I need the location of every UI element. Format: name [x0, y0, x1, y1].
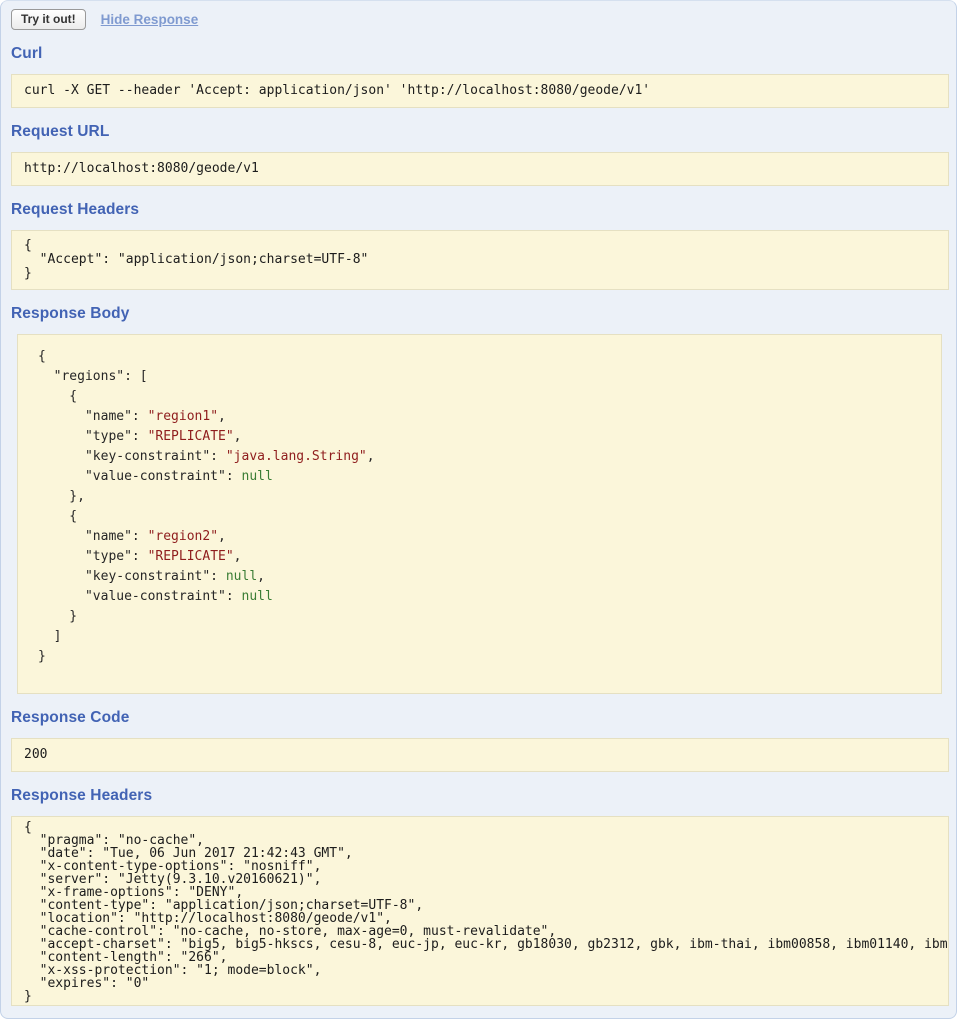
- hide-response-link[interactable]: Hide Response: [101, 12, 199, 27]
- response-code-block: 200: [11, 738, 949, 772]
- response-body-section-title: Response Body: [11, 305, 942, 323]
- try-it-out-button[interactable]: Try it out!: [11, 9, 86, 30]
- request-url-block: http://localhost:8080/geode/v1: [11, 152, 949, 186]
- operation-response-panel: Try it out! Hide Response Curl curl -X G…: [0, 0, 957, 1019]
- curl-section-title: Curl: [11, 45, 942, 63]
- request-headers-block: { "Accept": "application/json;charset=UT…: [11, 230, 949, 290]
- response-code-section-title: Response Code: [11, 709, 942, 727]
- request-headers-section-title: Request Headers: [11, 201, 942, 219]
- response-headers-section-title: Response Headers: [11, 787, 942, 805]
- response-body-block: { "regions": [ { "name": "region1", "typ…: [17, 334, 942, 694]
- curl-command-block: curl -X GET --header 'Accept: applicatio…: [11, 74, 949, 108]
- request-url-section-title: Request URL: [11, 123, 942, 141]
- sandbox-toolbar: Try it out! Hide Response: [11, 8, 956, 30]
- response-headers-block: { "pragma": "no-cache", "date": "Tue, 06…: [11, 816, 949, 1006]
